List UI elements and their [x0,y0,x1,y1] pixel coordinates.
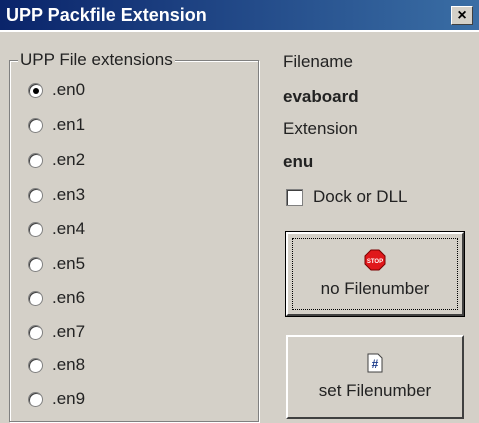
radio-en9[interactable]: .en9 [28,387,85,411]
radio-en8[interactable]: .en8 [28,353,85,377]
radio-en7[interactable]: .en7 [28,320,85,344]
hash-icon: # [366,353,384,373]
radio-en2[interactable]: .en2 [28,148,85,172]
radio-circle[interactable] [28,187,43,203]
radio-en0[interactable]: .en0 [28,78,85,102]
radio-selected-dot [33,87,39,94]
svg-text:STOP: STOP [367,259,383,265]
extension-value: enu [283,152,314,171]
radio-circle[interactable] [28,152,43,168]
radio-label: .en0 [52,80,86,99]
extension-label: Extension [283,119,358,138]
checkbox-label: Dock or DLL [313,187,408,206]
radio-circle[interactable] [28,324,43,340]
radio-en4[interactable]: .en4 [28,217,85,241]
radio-circle[interactable] [28,290,43,306]
radio-en5[interactable]: .en5 [28,252,85,276]
close-button[interactable]: × [451,6,473,25]
close-icon: × [457,6,467,24]
set-filenumber-button[interactable]: # set Filenumber [286,335,464,419]
radio-circle[interactable] [28,82,43,98]
svg-text:#: # [372,357,379,371]
radio-circle[interactable] [28,221,43,237]
radio-label: .en6 [52,288,86,307]
stop-icon: STOP [364,249,386,271]
radio-en1[interactable]: .en1 [28,113,85,137]
radio-label: .en5 [52,254,86,273]
radio-label: .en8 [52,355,86,374]
dialog-window: UPP Packfile Extension × UPP File extens… [0,0,479,423]
radio-label: .en1 [52,115,86,134]
button-label: no Filenumber [320,279,430,298]
dock-or-dll-checkbox[interactable]: Dock or DLL [286,187,407,207]
filename-label: Filename [283,52,353,71]
radio-label: .en4 [52,219,86,238]
radio-label: .en7 [52,322,86,341]
radio-label: .en3 [52,185,86,204]
radio-en6[interactable]: .en6 [28,286,85,310]
radio-circle[interactable] [28,117,43,133]
no-filenumber-button[interactable]: STOP no Filenumber [285,231,465,317]
radio-label: .en2 [52,150,86,169]
filename-value: evaboard [283,87,359,106]
checkbox-box[interactable] [286,188,303,206]
radio-circle[interactable] [28,357,43,373]
button-label: set Filenumber [318,381,432,400]
radio-label: .en9 [52,389,86,408]
groupbox-label: UPP File extensions [18,50,175,70]
title-bar[interactable]: UPP Packfile Extension × [0,0,479,32]
radio-circle[interactable] [28,391,43,407]
radio-circle[interactable] [28,256,43,272]
window-title: UPP Packfile Extension [6,5,207,25]
radio-en3[interactable]: .en3 [28,183,85,207]
